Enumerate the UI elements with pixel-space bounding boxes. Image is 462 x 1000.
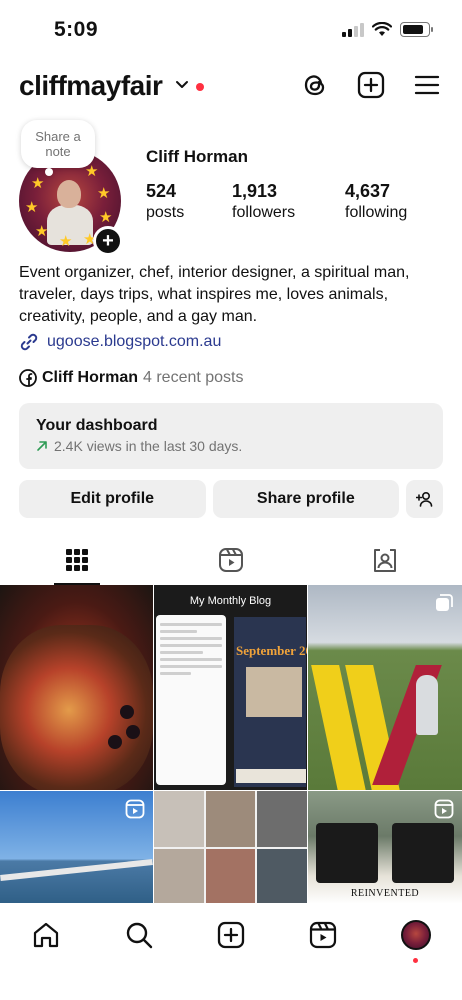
followers-label: followers: [232, 204, 296, 221]
dashboard-title: Your dashboard: [36, 417, 158, 434]
add-story-button[interactable]: +: [93, 226, 123, 256]
nav-profile[interactable]: [396, 915, 436, 963]
following-label: following: [345, 204, 408, 221]
home-icon: [34, 922, 59, 948]
battery-icon: [400, 22, 433, 37]
nav-create[interactable]: [211, 915, 251, 955]
profile-header: cliffmayfair: [0, 64, 462, 108]
facebook-row[interactable]: Cliff Horman 4 recent posts: [19, 369, 244, 387]
facebook-recent-posts: 4 recent posts: [143, 369, 244, 386]
wifi-icon: [372, 22, 392, 36]
tab-tagged[interactable]: [308, 535, 462, 585]
nav-home[interactable]: [26, 915, 66, 955]
username-switcher[interactable]: cliffmayfair: [19, 70, 163, 102]
status-time: 5:09: [54, 18, 99, 41]
posts-label: posts: [146, 204, 185, 221]
followers-count: 1,913: [232, 181, 278, 201]
nav-search[interactable]: [119, 915, 159, 955]
create-post-icon[interactable]: [356, 70, 386, 100]
grid-icon: [66, 549, 88, 571]
status-icons: [342, 22, 433, 37]
tab-posts-grid[interactable]: [0, 535, 154, 585]
following-stat[interactable]: 4,637 following: [345, 181, 407, 222]
status-bar: 5:09: [0, 0, 462, 60]
post-doc-title: September 20: [236, 643, 307, 658]
posts-grid: My Monthly Blog September 20 REINVENTED: [0, 585, 462, 903]
profile-actions: Edit profile Share profile: [19, 480, 443, 518]
menu-icon[interactable]: [412, 70, 442, 100]
search-icon: [126, 922, 152, 949]
facebook-name: Cliff Horman: [42, 369, 138, 386]
profile-tabs: [0, 535, 462, 585]
discover-people-button[interactable]: [406, 480, 443, 518]
following-count: 4,637: [345, 181, 391, 201]
create-icon: [217, 921, 245, 949]
post-title-text: My Monthly Blog: [189, 595, 272, 607]
edit-profile-button[interactable]: Edit profile: [19, 480, 206, 518]
professional-dashboard[interactable]: Your dashboard 2.4K views in the last 30…: [19, 403, 443, 469]
display-name: Cliff Horman: [146, 147, 248, 166]
chevron-down-icon[interactable]: [175, 80, 189, 90]
post-thumbnail[interactable]: REINVENTED: [308, 791, 462, 903]
share-note-bubble[interactable]: Share a note: [21, 120, 95, 176]
posts-count: 524: [146, 181, 177, 201]
post-thumbnail[interactable]: [308, 585, 462, 790]
post-thumbnail[interactable]: [0, 791, 153, 903]
threads-icon[interactable]: [300, 70, 330, 100]
profile-link-text[interactable]: ugoose.blogspot.com.au: [47, 333, 221, 351]
profile-bio: Event organizer, chef, interior designer…: [19, 264, 410, 325]
carousel-icon: [436, 594, 453, 611]
bottom-navigation: [0, 903, 462, 1000]
post-thumbnail[interactable]: [0, 585, 153, 790]
link-icon: [20, 333, 38, 351]
profile-avatar-small: [400, 920, 431, 950]
posts-stat[interactable]: 524 posts: [146, 181, 184, 222]
profile-summary: Share a note ★ ★ ★ ★ ★ ★ ★ ★ + Cliff Hor…: [0, 120, 462, 260]
tab-reels[interactable]: [154, 535, 308, 585]
reels-icon: [310, 921, 337, 949]
profile-link[interactable]: ugoose.blogspot.com.au: [19, 332, 221, 352]
add-person-icon: [415, 491, 432, 507]
reels-icon: [219, 548, 243, 572]
post-caption-text: REINVENTED: [350, 888, 420, 899]
post-thumbnail[interactable]: My Monthly Blog September 20: [154, 585, 307, 790]
reel-icon: [125, 799, 145, 819]
facebook-icon: [19, 369, 37, 387]
dashboard-subtitle: 2.4K views in the last 30 days.: [54, 438, 243, 454]
notification-dot: [196, 83, 204, 91]
followers-stat[interactable]: 1,913 followers: [232, 181, 295, 222]
tagged-icon: [374, 549, 396, 572]
trend-up-icon: [37, 441, 47, 451]
cellular-signal-icon: [342, 22, 364, 37]
reel-icon: [434, 799, 454, 819]
post-thumbnail[interactable]: [154, 791, 307, 903]
nav-reels[interactable]: [303, 915, 343, 955]
share-profile-button[interactable]: Share profile: [212, 480, 400, 518]
notification-dot: [412, 958, 418, 963]
